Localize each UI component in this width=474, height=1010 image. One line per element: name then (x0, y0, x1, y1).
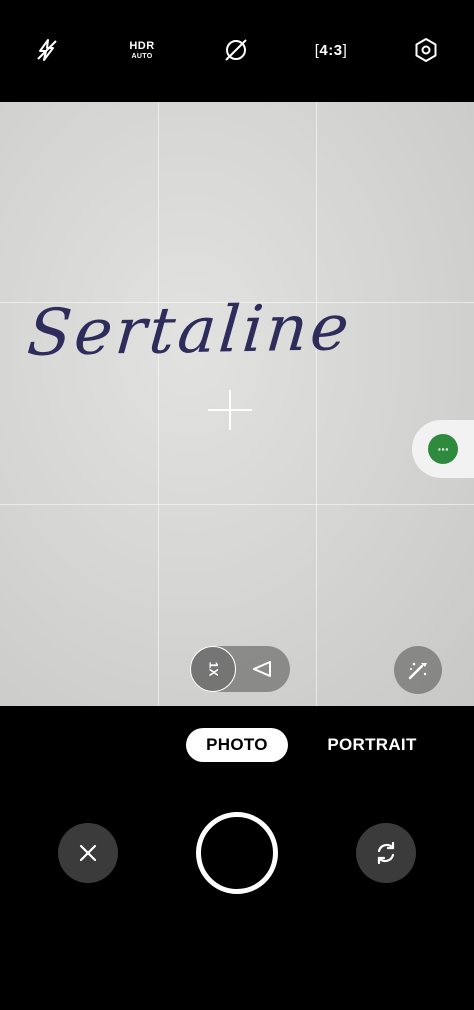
mode-selector: PHOTO PORTRAIT (0, 706, 474, 784)
shutter-button[interactable] (196, 812, 278, 894)
hdr-auto-label: AUTO (131, 52, 153, 60)
zoom-label: 1X (206, 661, 220, 677)
aspect-ratio-button[interactable]: [4:3] (313, 32, 349, 68)
switch-camera-button[interactable] (356, 823, 416, 883)
chat-bubble-icon: ··· (428, 434, 458, 464)
grid-line (158, 102, 159, 706)
grid-line (0, 504, 474, 505)
hdr-label: HDR (129, 39, 155, 52)
close-icon (79, 844, 97, 862)
mode-portrait-tab[interactable]: PORTRAIT (322, 728, 422, 762)
magic-wand-icon[interactable] (394, 646, 442, 694)
camera-controls (0, 784, 474, 1010)
floating-assistant-bubble[interactable]: ··· (412, 420, 474, 478)
handwritten-word: Sertaline (24, 291, 355, 371)
mode-photo-tab[interactable]: PHOTO (186, 728, 288, 762)
hdr-auto-button[interactable]: HDR AUTO (124, 32, 160, 68)
flash-off-icon[interactable] (29, 32, 65, 68)
zoom-toggle[interactable]: 1X (190, 646, 290, 692)
aspect-ratio-label: 4:3 (319, 41, 343, 59)
top-bar: HDR AUTO [4:3] (0, 0, 474, 102)
camera-viewfinder[interactable]: Sertaline ··· 1X (0, 102, 474, 706)
close-button[interactable] (58, 823, 118, 883)
wide-angle-icon[interactable] (250, 657, 274, 681)
zoom-1x-button[interactable]: 1X (190, 646, 236, 692)
settings-hexagon-icon[interactable] (408, 32, 444, 68)
filter-off-icon[interactable] (218, 32, 254, 68)
switch-camera-icon (377, 841, 395, 865)
focus-crosshair-icon (208, 390, 252, 430)
grid-line (316, 102, 317, 706)
